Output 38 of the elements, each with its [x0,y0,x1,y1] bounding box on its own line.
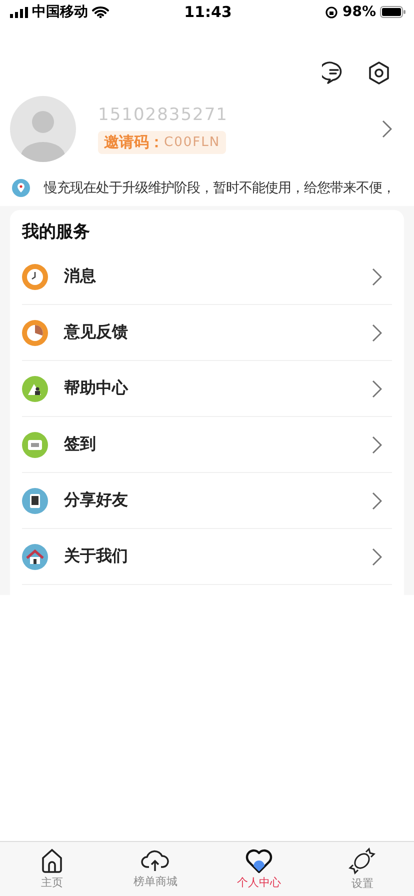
service-label: 关于我们 [64,546,129,567]
avatar-icon [10,96,76,162]
chevron-right-icon [372,548,382,566]
service-item[interactable]: 消息 [22,249,392,305]
cloud-upload-icon [141,849,170,873]
section-title: 我的服务 [20,221,91,244]
invite-label: 邀请码： [104,132,164,152]
notice-text: 慢充现在处于升级维护阶段，暂时不能使用，给您带来不便， [44,180,395,197]
battery-icon [380,6,406,18]
chevron-right-icon [372,324,382,342]
chevron-right-icon [372,268,382,286]
service-label: 签到 [64,434,97,455]
service-item[interactable]: 签到 [22,417,392,473]
chevron-right-icon [372,436,382,454]
settings-icon[interactable] [368,61,390,85]
service-label: 帮助中心 [64,378,130,399]
service-item[interactable]: 关于我们 [22,529,392,585]
battery-percent: 98% [342,4,376,20]
heart-icon [244,848,273,874]
service-label: 消息 [64,266,97,287]
chevron-right-icon [372,380,382,398]
location-pin-icon [12,179,30,197]
service-label: 分享好友 [64,490,129,511]
home-icon [40,848,64,874]
signal-icon [10,6,28,18]
service-item[interactable]: 分享好友 [22,473,392,529]
service-label: 意见反馈 [64,322,129,343]
carrier-name: 中国移动 [32,3,88,21]
chevron-right-icon [382,120,392,138]
candy-icon [348,847,376,875]
invite-code: C00FLN [164,134,220,150]
service-item[interactable]: 帮助中心 [22,361,392,417]
rotation-lock-icon [325,6,338,18]
tab-item[interactable]: 个人中心 [207,842,310,896]
status-time: 11:43 [184,3,232,21]
chevron-right-icon [372,492,382,510]
wifi-icon [92,6,109,18]
service-item[interactable]: 意见反馈 [22,305,392,361]
